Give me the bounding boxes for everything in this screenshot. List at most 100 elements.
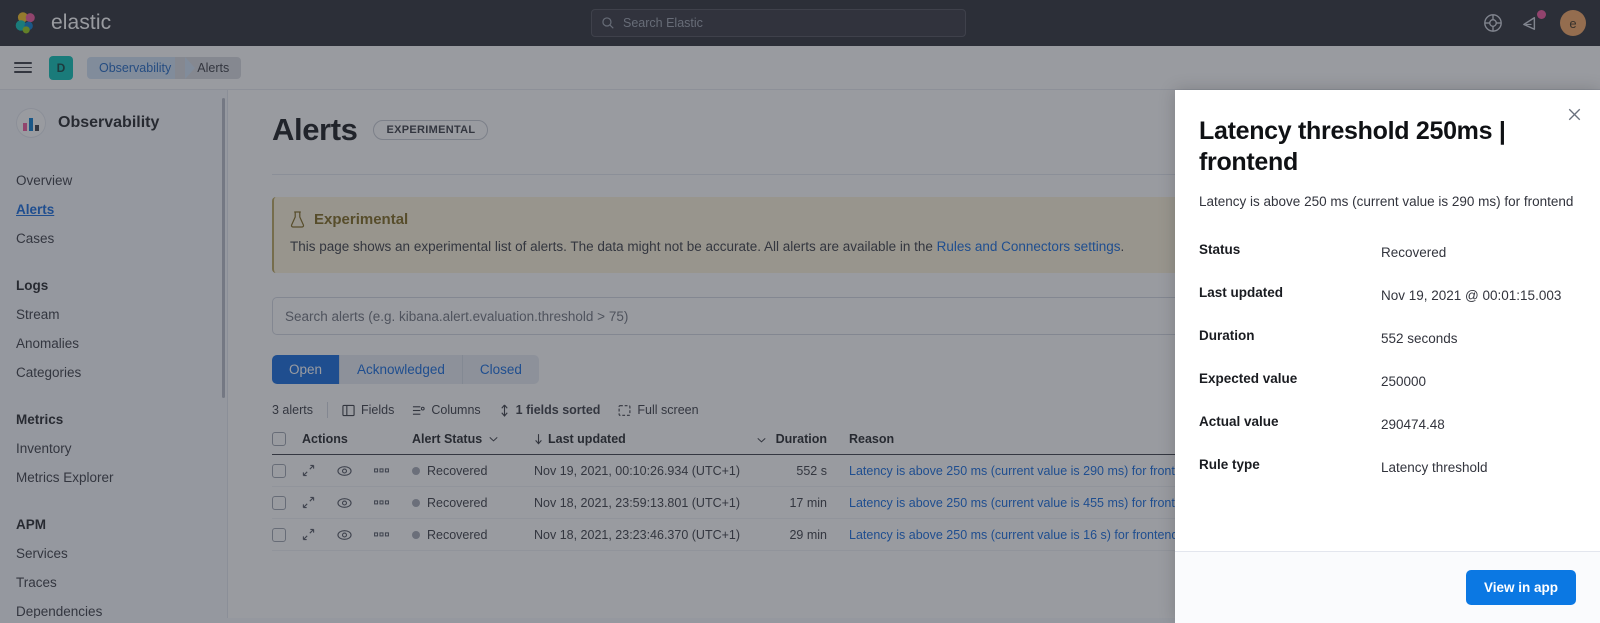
row-reason-link[interactable]: Latency is above 250 ms (current value i… [849, 464, 1196, 478]
menu-toggle-icon[interactable] [14, 62, 32, 73]
expand-icon[interactable] [302, 528, 315, 541]
flyout-title: Latency threshold 250ms | frontend [1199, 116, 1576, 178]
alert-count: 3 alerts [272, 403, 313, 417]
header-actions: e [1483, 0, 1586, 46]
chevron-down-icon [757, 437, 766, 443]
close-icon[interactable] [1560, 100, 1588, 128]
row-actions [302, 496, 412, 509]
status-dot-icon [412, 531, 420, 539]
breadcrumb-item-observability[interactable]: Observability [87, 57, 185, 79]
header-last-updated[interactable]: Last updated [534, 432, 749, 446]
sidebar-scrollbar[interactable] [222, 98, 225, 398]
flyout-field-expected-value: Expected value 250000 [1199, 371, 1576, 393]
sidebar-item-anomalies[interactable]: Anomalies [0, 329, 227, 358]
header-actions: Actions [302, 432, 412, 446]
search-input[interactable]: Search alerts (e.g. kibana.alert.evaluat… [273, 309, 1203, 324]
observability-icon [16, 108, 46, 138]
sidebar: Observability Overview Alerts Cases Logs… [0, 90, 228, 623]
row-status-label: Recovered [427, 496, 487, 510]
flyout-field-actual-value: Actual value 290474.48 [1199, 414, 1576, 436]
field-label: Expected value [1199, 371, 1381, 393]
row-reason-link[interactable]: Latency is above 250 ms (current value i… [849, 496, 1196, 510]
sidebar-item-overview[interactable]: Overview [0, 166, 227, 195]
more-actions-icon[interactable] [374, 532, 389, 537]
columns-button[interactable]: Columns [412, 403, 480, 417]
rules-and-connectors-link[interactable]: Rules and Connectors settings [937, 239, 1121, 254]
expand-icon[interactable] [302, 464, 315, 477]
flyout-field-list: Status Recovered Last updated Nov 19, 20… [1199, 242, 1576, 479]
field-label: Status [1199, 242, 1381, 264]
global-search-input[interactable]: Search Elastic [591, 9, 966, 37]
header-duration[interactable]: Duration [749, 432, 849, 446]
fields-label: Fields [361, 403, 394, 417]
avatar[interactable]: e [1560, 10, 1586, 36]
elastic-logo-link[interactable]: elastic [14, 10, 111, 36]
row-status-label: Recovered [427, 528, 487, 542]
tab-closed[interactable]: Closed [463, 355, 539, 384]
field-value: Nov 19, 2021 @ 00:01:15.003 [1381, 285, 1576, 307]
view-details-eye-icon[interactable] [337, 497, 352, 509]
alerts-search-bar[interactable]: Search alerts (e.g. kibana.alert.evaluat… [272, 297, 1258, 335]
sidebar-group-metrics: Metrics [0, 405, 227, 434]
alert-details-flyout: Latency threshold 250ms | frontend Laten… [1175, 90, 1600, 623]
alert-status-tabs: Open Acknowledged Closed [272, 355, 539, 384]
sort-fields-button[interactable]: 1 fields sorted [499, 403, 601, 417]
callout-text-before: This page shows an experimental list of … [290, 239, 937, 254]
fullscreen-button[interactable]: Full screen [618, 403, 698, 417]
chevron-down-icon [489, 436, 498, 442]
expand-icon[interactable] [302, 496, 315, 509]
elastic-logo-icon [14, 10, 40, 36]
tab-acknowledged[interactable]: Acknowledged [340, 355, 463, 384]
field-label: Last updated [1199, 285, 1381, 307]
sidebar-item-metrics-explorer[interactable]: Metrics Explorer [0, 463, 227, 492]
status-badge: EXPERIMENTAL [373, 120, 488, 140]
global-search-placeholder: Search Elastic [623, 16, 703, 30]
space-badge[interactable]: D [49, 56, 73, 80]
fields-button[interactable]: Fields [342, 403, 394, 417]
fullscreen-icon [618, 404, 631, 417]
callout-title: Experimental [314, 211, 408, 228]
columns-icon [412, 404, 425, 417]
notification-badge [1537, 10, 1546, 19]
row-last-updated: Nov 18, 2021, 23:23:46.370 (UTC+1) [534, 528, 749, 542]
header-alert-status[interactable]: Alert Status [412, 432, 534, 446]
brand-name: elastic [51, 11, 111, 35]
row-status: Recovered [412, 496, 534, 510]
sidebar-item-alerts[interactable]: Alerts [0, 195, 227, 224]
tab-open[interactable]: Open [272, 355, 340, 384]
flyout-field-status: Status Recovered [1199, 242, 1576, 264]
search-icon [601, 16, 615, 30]
field-value: 250000 [1381, 371, 1576, 393]
row-reason-link[interactable]: Latency is above 250 ms (current value i… [849, 528, 1178, 542]
field-value: Recovered [1381, 242, 1576, 264]
row-status: Recovered [412, 464, 534, 478]
sidebar-item-inventory[interactable]: Inventory [0, 434, 227, 463]
sort-icon [499, 404, 510, 417]
sidebar-title: Observability [58, 114, 159, 132]
breadcrumb: Observability Alerts [87, 57, 241, 79]
help-icon[interactable] [1483, 13, 1503, 33]
global-header: elastic Search Elastic [0, 0, 1600, 46]
row-checkbox[interactable] [272, 496, 286, 510]
header-last-updated-label: Last updated [548, 432, 626, 446]
select-all-checkbox[interactable] [272, 432, 286, 446]
field-label: Rule type [1199, 457, 1381, 479]
callout-text-after: . [1120, 239, 1124, 254]
row-actions [302, 464, 412, 477]
view-details-eye-icon[interactable] [337, 529, 352, 541]
more-actions-icon[interactable] [374, 500, 389, 505]
row-select-cell [272, 464, 302, 478]
sidebar-item-services[interactable]: Services [0, 539, 227, 568]
field-value: 290474.48 [1381, 414, 1576, 436]
field-value: 552 seconds [1381, 328, 1576, 350]
row-checkbox[interactable] [272, 464, 286, 478]
more-actions-icon[interactable] [374, 468, 389, 473]
sidebar-item-stream[interactable]: Stream [0, 300, 227, 329]
sidebar-item-cases[interactable]: Cases [0, 224, 227, 253]
view-details-eye-icon[interactable] [337, 465, 352, 477]
view-in-app-button[interactable]: View in app [1466, 570, 1576, 605]
row-checkbox[interactable] [272, 528, 286, 542]
news-icon[interactable] [1521, 13, 1542, 34]
sidebar-item-traces[interactable]: Traces [0, 568, 227, 597]
sidebar-item-categories[interactable]: Categories [0, 358, 227, 387]
